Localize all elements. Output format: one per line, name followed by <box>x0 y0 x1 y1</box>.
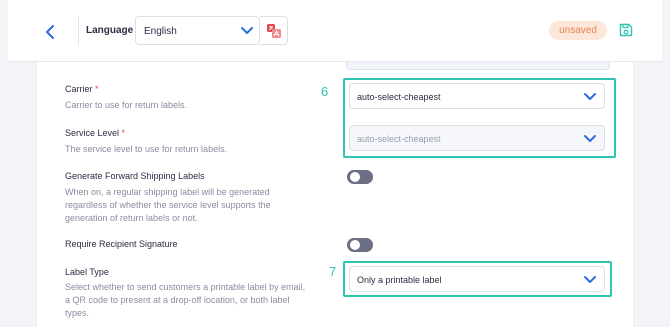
required-marker: * <box>95 84 99 94</box>
chevron-down-icon <box>241 27 253 34</box>
annotation-marker-6: 6 <box>321 84 329 99</box>
required-marker: * <box>121 128 126 138</box>
label-type-label: Label Type <box>65 267 109 277</box>
signature-toggle[interactable] <box>347 238 373 252</box>
toggle-knob <box>350 240 360 250</box>
top-bar: Language English unsaved <box>8 0 662 62</box>
header-divider <box>78 16 79 46</box>
forward-labels-label: Generate Forward Shipping Labels <box>65 171 205 181</box>
carrier-description: Carrier to use for return labels. <box>65 100 188 110</box>
service-level-label: Service Level * <box>65 128 126 138</box>
carrier-select[interactable]: auto-select-cheapest <box>349 83 605 109</box>
forward-labels-description: When on, a regular shipping label will b… <box>65 187 271 223</box>
chevron-down-icon <box>584 135 596 142</box>
annotation-marker-7: 7 <box>329 264 337 279</box>
carrier-label: Carrier * <box>65 84 99 94</box>
back-button[interactable] <box>40 22 60 42</box>
language-label: Language <box>86 25 134 36</box>
language-select[interactable]: English <box>135 16 260 45</box>
toggle-knob <box>350 172 360 182</box>
label-type-description: Select whether to send customers a print… <box>65 282 306 318</box>
service-level-description: The service level to use for return labe… <box>65 144 228 154</box>
save-button[interactable] <box>619 23 633 37</box>
service-level-value: auto-select-cheapest <box>357 134 441 144</box>
label-type-value: Only a printable label <box>357 275 442 285</box>
language-value: English <box>144 26 177 37</box>
label-type-select[interactable]: Only a printable label <box>349 266 605 292</box>
chevron-left-icon <box>46 25 54 39</box>
previous-field-edge <box>346 62 610 70</box>
service-level-select[interactable]: auto-select-cheapest <box>349 125 605 151</box>
forward-labels-toggle[interactable] <box>347 170 373 184</box>
signature-label: Require Recipient Signature <box>65 239 178 249</box>
carrier-value: auto-select-cheapest <box>357 92 441 102</box>
settings-card: Carrier * Carrier to use for return labe… <box>36 62 634 327</box>
chevron-down-icon <box>584 276 596 283</box>
status-badge: unsaved <box>549 21 607 40</box>
chevron-down-icon <box>584 93 596 100</box>
save-icon <box>619 23 633 37</box>
translate-icon <box>266 23 281 38</box>
translate-button[interactable] <box>260 16 288 45</box>
